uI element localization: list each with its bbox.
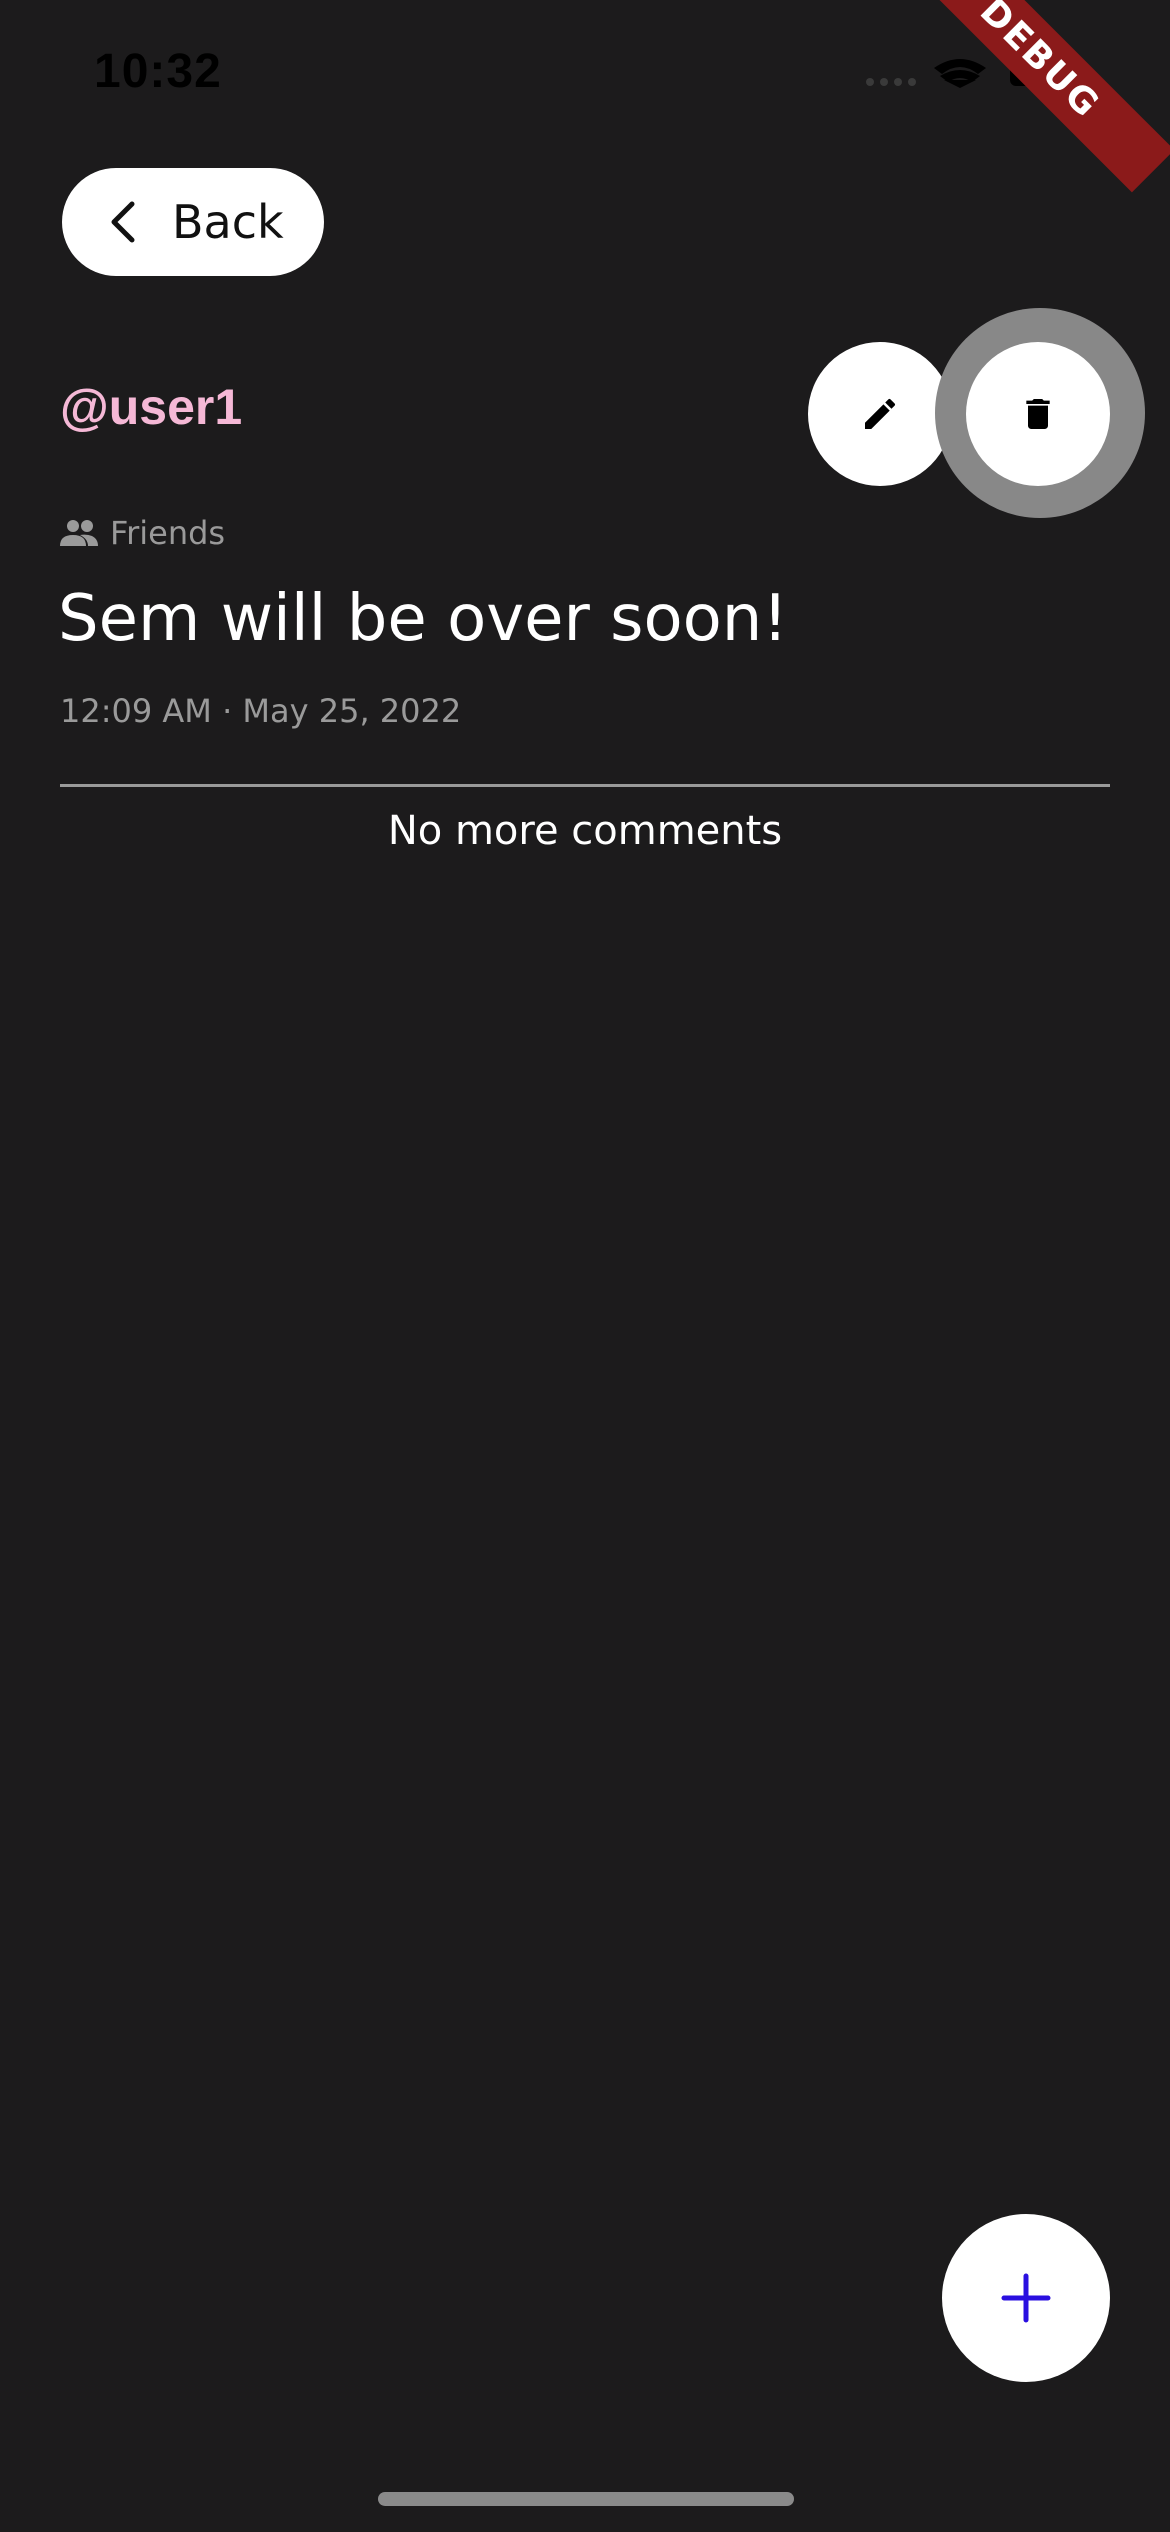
audience-label: Friends xyxy=(110,514,226,552)
trash-icon xyxy=(1026,399,1050,429)
post-timestamp: 12:09 AM · May 25, 2022 xyxy=(60,692,462,730)
plus-icon xyxy=(1001,2273,1051,2323)
post-text: Sem will be over soon! xyxy=(58,582,788,656)
home-indicator[interactable] xyxy=(378,2492,794,2506)
people-icon xyxy=(60,520,98,546)
post-username[interactable]: @user1 xyxy=(60,378,242,436)
back-label: Back xyxy=(172,195,284,249)
chevron-left-icon xyxy=(111,201,135,243)
back-button[interactable]: Back xyxy=(62,168,324,276)
edit-button[interactable] xyxy=(808,342,952,486)
no-comments-message: No more comments xyxy=(387,808,783,854)
add-comment-button[interactable] xyxy=(942,2214,1110,2382)
debug-banner: DEBUG xyxy=(905,0,1170,193)
audience-indicator: Friends xyxy=(60,514,225,552)
pencil-icon xyxy=(865,398,896,429)
divider xyxy=(60,784,1110,787)
status-time: 10:32 xyxy=(94,45,222,98)
delete-button[interactable] xyxy=(966,342,1110,486)
